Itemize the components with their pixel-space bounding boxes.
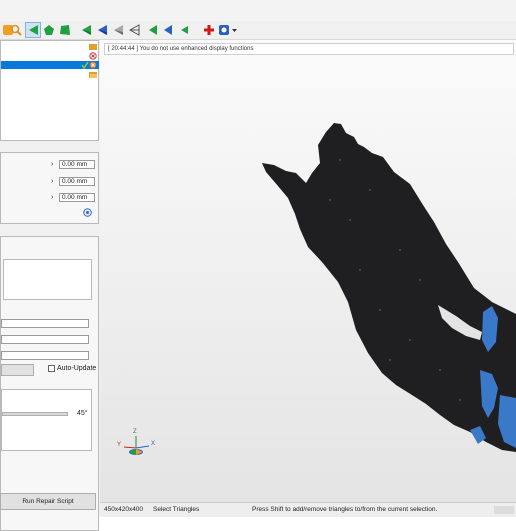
auto-update-label: Auto-Update	[57, 365, 97, 372]
orange-close-icon[interactable]	[89, 61, 97, 71]
measurement-y-input[interactable]: 0.00 mm	[59, 177, 95, 186]
left-panel: › 0.00 mm › 0.00 mm › 0.00 mm Auto-Updat…	[0, 40, 100, 531]
chevron-right-icon[interactable]: ›	[51, 161, 53, 168]
status-hint: Press Shift to add/remove triangles to/f…	[252, 506, 438, 513]
green-arrow-left-icon[interactable]	[145, 22, 161, 38]
axis-x-label: X	[151, 441, 156, 447]
property-field-3[interactable]	[1, 351, 89, 360]
auto-update-checkbox[interactable]	[48, 365, 55, 372]
status-dimensions: 450x420x400	[104, 506, 144, 513]
apply-button[interactable]	[1, 364, 34, 376]
status-bar: 450x420x400 Select Triangles Press Shift…	[100, 502, 516, 517]
property-field-1[interactable]	[1, 319, 89, 328]
green-cone-icon[interactable]	[78, 22, 94, 38]
status-progress	[494, 506, 514, 514]
mesh-model[interactable]	[100, 40, 516, 502]
toolbar	[0, 0, 516, 40]
properties-panel: Auto-Update 45°	[0, 236, 99, 531]
run-repair-script-button[interactable]: Run Repair Script	[0, 493, 96, 510]
green-arrow-left-small-icon[interactable]	[176, 22, 192, 38]
magnifier-icon[interactable]	[8, 22, 24, 38]
axis-gizmo[interactable]: Z Y X	[114, 429, 158, 462]
3d-viewport[interactable]: Z Y X	[100, 40, 516, 502]
outline-cone-icon[interactable]	[126, 22, 142, 38]
refresh-icon[interactable]	[83, 208, 92, 219]
green-triangle-select-icon[interactable]	[25, 22, 41, 38]
folder-open-icon[interactable]	[89, 71, 97, 80]
status-mode: Select Triangles	[153, 506, 200, 513]
blue-cone-icon[interactable]	[94, 22, 110, 38]
folder-icon[interactable]	[89, 43, 97, 52]
green-square-icon[interactable]	[57, 22, 73, 38]
angle-value: 45°	[77, 410, 88, 417]
property-field-2[interactable]	[1, 335, 89, 344]
measurement-x-input[interactable]: 0.00 mm	[59, 160, 95, 169]
red-cross-icon[interactable]	[201, 22, 217, 38]
message-bar: [ 20:44:44 ] You do not use enhanced dis…	[104, 43, 514, 55]
axis-y-label: Y	[117, 442, 122, 448]
info-box	[3, 259, 92, 300]
angle-slider[interactable]	[2, 412, 68, 416]
chevron-right-icon[interactable]: ›	[51, 178, 53, 185]
measurement-panel: › 0.00 mm › 0.00 mm › 0.00 mm	[0, 152, 99, 224]
object-tree[interactable]	[0, 40, 99, 141]
blue-gear-dropdown-icon[interactable]	[218, 22, 238, 38]
chevron-right-icon[interactable]: ›	[51, 194, 53, 201]
gray-cone-icon[interactable]	[110, 22, 126, 38]
measurement-z-input[interactable]: 0.00 mm	[59, 193, 95, 202]
green-pentagon-icon[interactable]	[41, 22, 57, 38]
checkmark-icon[interactable]	[81, 61, 89, 71]
blue-arrow-left-icon[interactable]	[160, 22, 176, 38]
axis-z-label: Z	[133, 429, 137, 435]
angle-box: 45°	[1, 389, 92, 451]
